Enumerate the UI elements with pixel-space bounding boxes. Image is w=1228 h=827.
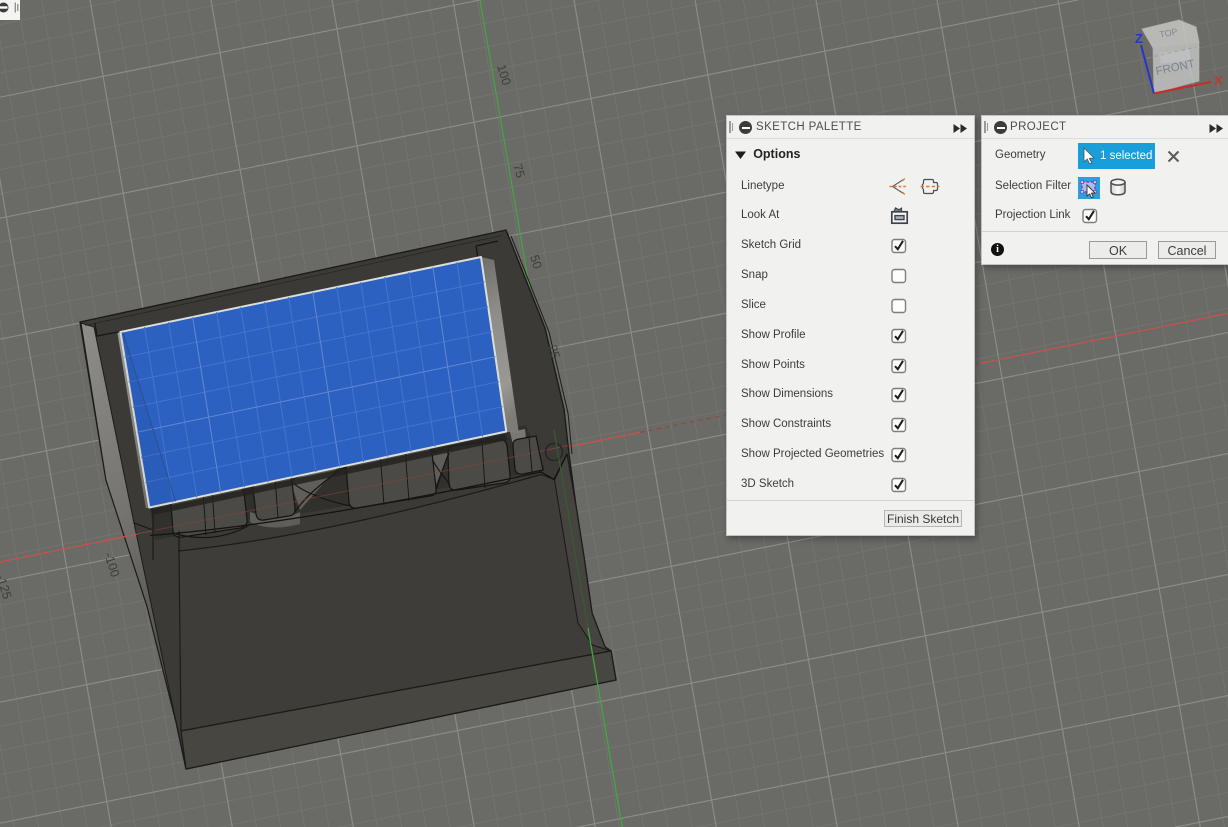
svg-text:Z: Z [1135, 31, 1143, 46]
svg-text:X: X [1214, 73, 1223, 88]
